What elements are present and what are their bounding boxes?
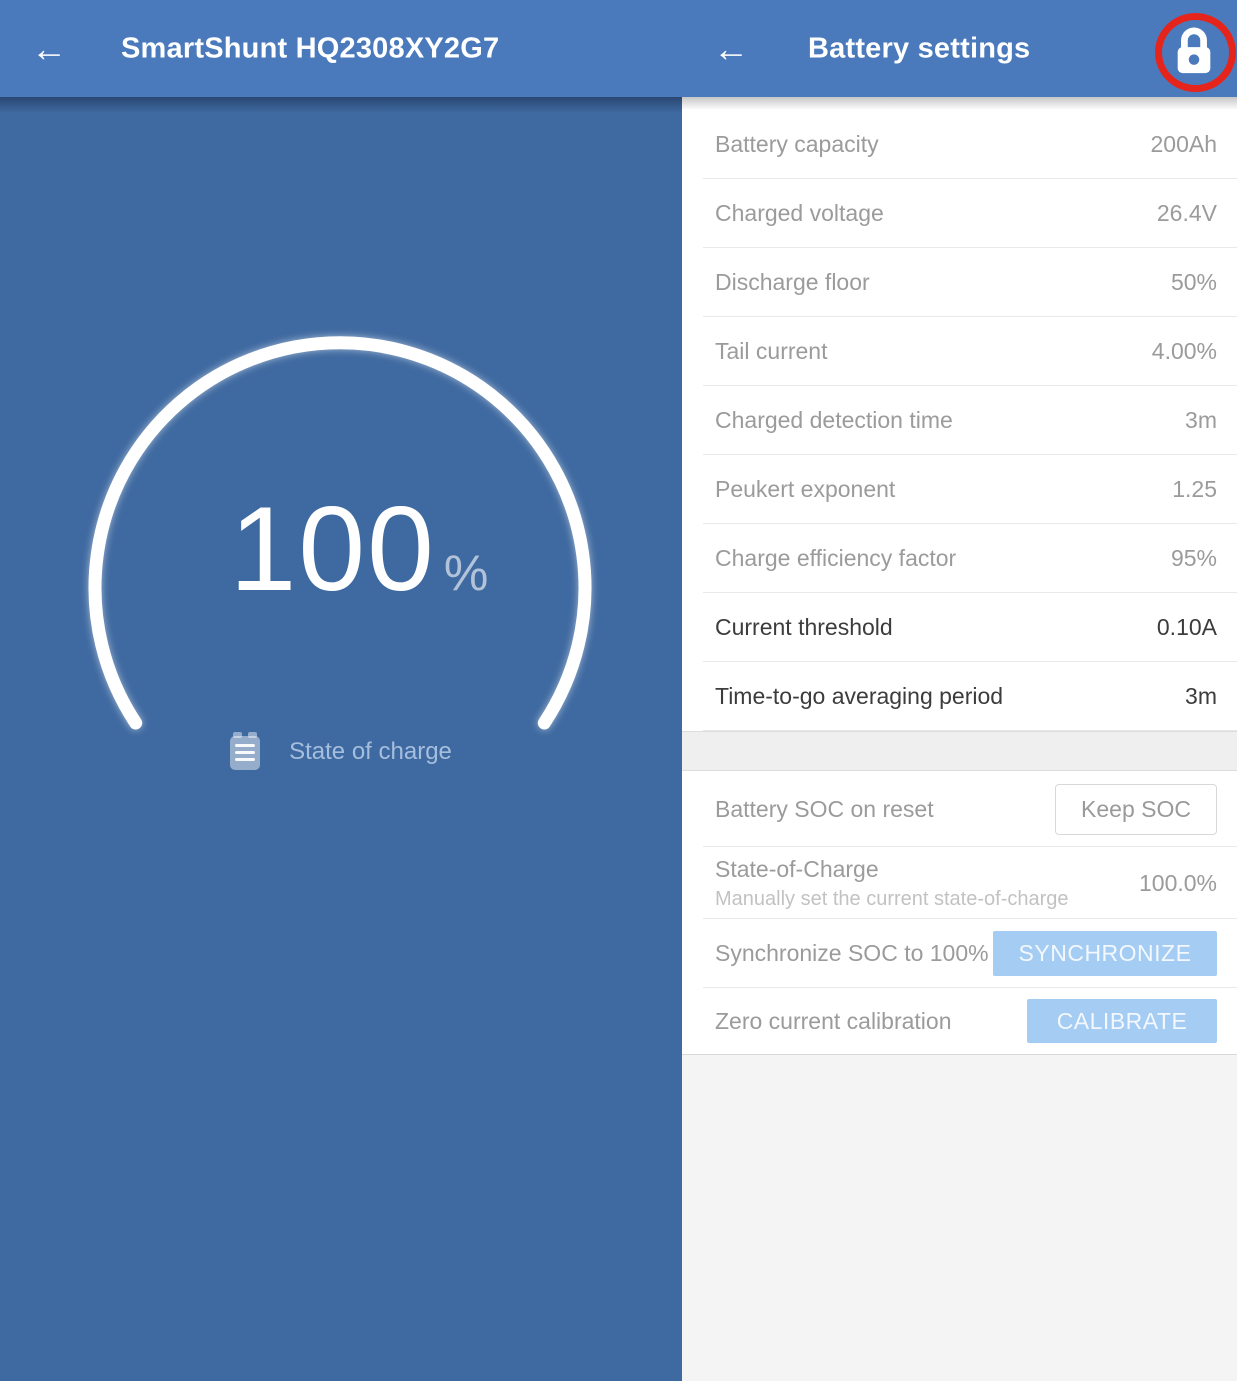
setting-value: 4.00% [1152, 338, 1217, 365]
header-shadow [0, 97, 682, 113]
setting-label: Tail current [715, 338, 827, 365]
setting-value: 3m [1185, 683, 1217, 710]
soc-unit: % [444, 548, 488, 600]
setting-subtitle: Manually set the current state-of-charge [715, 888, 1069, 911]
setting-value: 95% [1171, 545, 1217, 572]
soc-caption: State of charge [289, 738, 452, 766]
soc-caption-row: State of charge [0, 730, 682, 774]
device-header: ← SmartShunt HQ2308XY2G7 [0, 0, 682, 97]
row-zero-current-calibration: Zero current calibration CALIBRATE [682, 988, 1237, 1054]
setting-label: Peukert exponent [715, 476, 895, 503]
battery-settings-panel: ← Battery settings Battery capacity 200A… [682, 0, 1237, 1381]
settings-header: ← Battery settings [682, 0, 1237, 97]
settings-row-current-threshold[interactable]: Current threshold 0.10A [682, 593, 1237, 662]
setting-label: State-of-Charge [715, 856, 1069, 883]
synchronize-button[interactable]: SYNCHRONIZE [993, 931, 1217, 976]
calibrate-button[interactable]: CALIBRATE [1027, 999, 1217, 1043]
setting-label: Battery capacity [715, 131, 879, 158]
settings-row-tail-current[interactable]: Tail current 4.00% [682, 317, 1237, 386]
setting-label: Current threshold [715, 614, 893, 641]
soc-gauge-reading: 100 % [18, 498, 700, 600]
soc-gauge-arc [0, 0, 682, 800]
setting-label: Battery SOC on reset [715, 796, 934, 823]
setting-value: 3m [1185, 407, 1217, 434]
setting-value: 200Ah [1150, 131, 1217, 158]
setting-value: 26.4V [1157, 200, 1217, 227]
empty-area [682, 1054, 1237, 1381]
device-title: SmartShunt HQ2308XY2G7 [121, 32, 499, 65]
settings-row-charge-efficiency-factor[interactable]: Charge efficiency factor 95% [682, 524, 1237, 593]
row-state-of-charge[interactable]: State-of-Charge Manually set the current… [682, 847, 1237, 919]
settings-row-discharge-floor[interactable]: Discharge floor 50% [682, 248, 1237, 317]
settings-title: Battery settings [808, 32, 1030, 65]
battery-icon-line [235, 758, 255, 761]
setting-label: Zero current calibration [715, 1008, 952, 1035]
setting-label: Time-to-go averaging period [715, 683, 1003, 710]
row-battery-soc-on-reset: Battery SOC on reset Keep SOC [682, 771, 1237, 847]
soc-value: 100 [230, 498, 436, 600]
setting-value: 0.10A [1157, 614, 1217, 641]
settings-row-time-to-go-averaging-period[interactable]: Time-to-go averaging period 3m [682, 662, 1237, 731]
battery-icon-tab [248, 732, 257, 738]
battery-icon-tab [233, 732, 242, 738]
keep-soc-button[interactable]: Keep SOC [1055, 784, 1217, 835]
settings-row-battery-capacity[interactable]: Battery capacity 200Ah [682, 110, 1237, 179]
back-arrow-icon[interactable]: ← [713, 31, 749, 67]
header-shadow [682, 97, 1237, 110]
device-status-panel: ← SmartShunt HQ2308XY2G7 100 % State of … [0, 0, 682, 1381]
setting-label: Charge efficiency factor [715, 545, 956, 572]
app: ← SmartShunt HQ2308XY2G7 100 % State of … [0, 0, 1237, 1381]
settings-row-charged-detection-time[interactable]: Charged detection time 3m [682, 386, 1237, 455]
setting-label: Charged detection time [715, 407, 953, 434]
settings-row-peukert-exponent[interactable]: Peukert exponent 1.25 [682, 455, 1237, 524]
battery-icon-line [235, 744, 255, 747]
setting-label: Charged voltage [715, 200, 884, 227]
battery-icon-line [235, 751, 255, 754]
setting-value: 1.25 [1172, 476, 1217, 503]
lock-icon[interactable] [1172, 27, 1216, 75]
section-divider [682, 731, 1237, 771]
back-arrow-icon[interactable]: ← [31, 31, 67, 67]
setting-value: 100.0% [1139, 870, 1217, 897]
settings-list: Battery capacity 200Ah Charged voltage 2… [682, 110, 1237, 1381]
setting-label: Synchronize SOC to 100% [715, 940, 989, 967]
settings-row-charged-voltage[interactable]: Charged voltage 26.4V [682, 179, 1237, 248]
row-synchronize-soc: Synchronize SOC to 100% SYNCHRONIZE [682, 919, 1237, 988]
setting-value: 50% [1171, 269, 1217, 296]
setting-label: Discharge floor [715, 269, 870, 296]
battery-icon [230, 736, 260, 770]
